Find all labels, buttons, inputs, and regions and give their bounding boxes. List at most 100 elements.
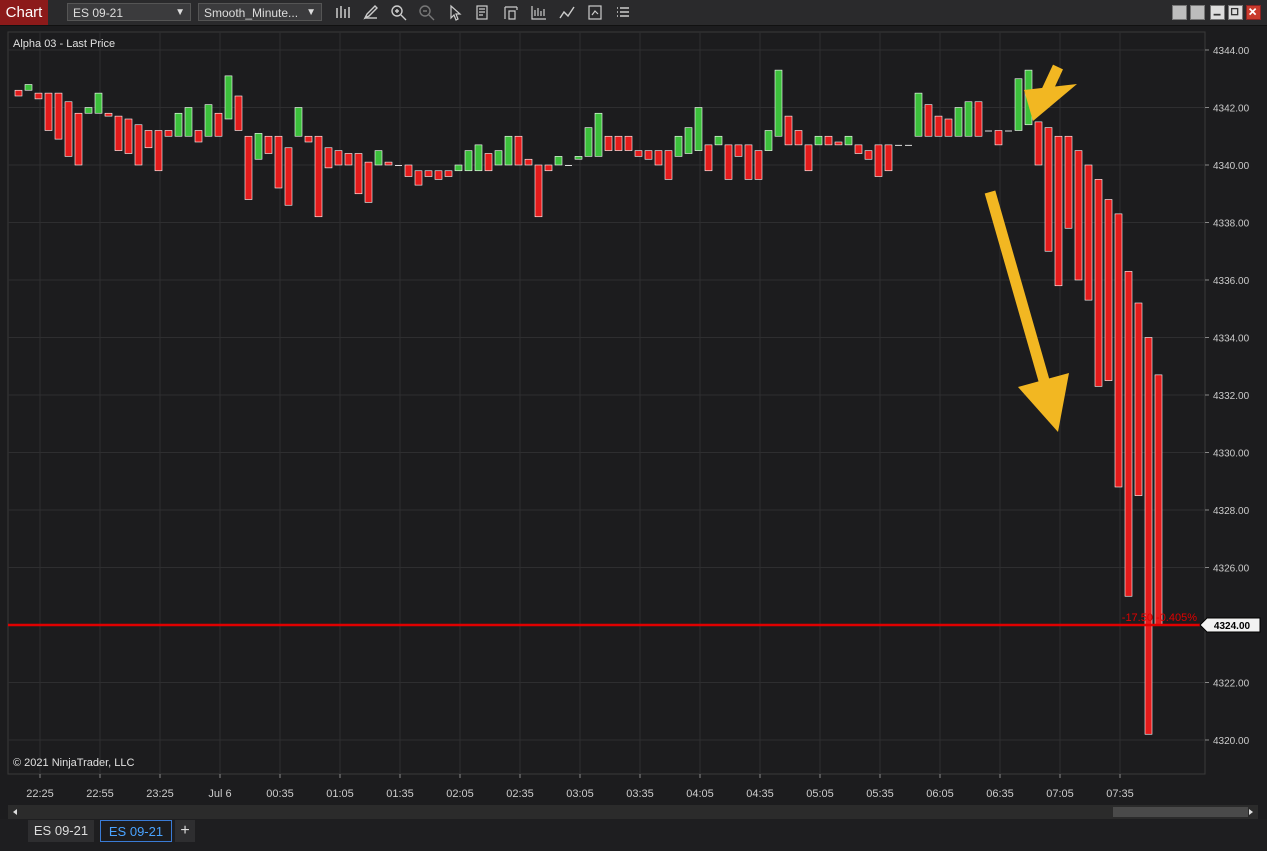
price-bar-down <box>1114 213 1123 488</box>
price-bar-down <box>114 115 123 151</box>
price-bar-down <box>1034 121 1043 166</box>
x-tick-label: 00:35 <box>266 788 294 800</box>
x-tick-label: 22:55 <box>86 788 114 800</box>
x-tick-label: 06:35 <box>986 788 1014 800</box>
strategies-icon[interactable] <box>558 4 576 21</box>
price-bar-up <box>204 104 213 137</box>
price-bar-up <box>1014 78 1023 131</box>
price-bar-down <box>884 144 893 172</box>
price-bar <box>395 165 402 166</box>
x-tick-label: 05:35 <box>866 788 894 800</box>
properties-icon[interactable] <box>502 4 520 21</box>
x-tick-label: 01:05 <box>326 788 354 800</box>
price-bar-down <box>1054 135 1063 287</box>
price-bar-up <box>84 107 93 114</box>
price-bar-up <box>254 133 263 160</box>
pointer-icon[interactable] <box>446 4 464 21</box>
x-tick-label: 02:05 <box>446 788 474 800</box>
maximize-button[interactable] <box>1228 5 1243 20</box>
data-box-icon[interactable] <box>474 4 492 21</box>
price-bar-down <box>484 153 493 172</box>
price-bar-down <box>1134 302 1143 496</box>
price-bar-up <box>954 107 963 137</box>
x-tick-label: 04:35 <box>746 788 774 800</box>
tab-es-09-21[interactable]: ES 09-21 <box>28 820 94 842</box>
bar-type-selector[interactable]: Smooth_Minute... ▼ <box>198 3 322 21</box>
y-tick-label: 4320.00 <box>1213 736 1250 747</box>
price-bar-down <box>1044 127 1053 252</box>
price-bar-down <box>744 144 753 180</box>
price-bar-up <box>694 107 703 151</box>
price-bar-down <box>104 112 113 117</box>
price-chart[interactable]: 22:25 22:55 23:25 Jul 6 00:35 01:05 01:35 02:05… <box>0 26 1267 805</box>
price-bar-down <box>754 150 763 180</box>
y-tick-label: 4334.00 <box>1213 334 1250 345</box>
tab-es-09-21-active[interactable]: ES 09-21 <box>100 820 172 842</box>
price-bar-down <box>624 135 633 151</box>
price-bar-up <box>224 75 233 120</box>
price-bar-down <box>934 115 943 137</box>
copyright-text: © 2021 NinjaTrader, LLC <box>13 757 134 769</box>
price-bar-down <box>604 135 613 151</box>
price-bar-down <box>344 153 353 166</box>
time-axis: 22:25 22:55 23:25 Jul 6 00:35 01:05 01:35 02:05… <box>26 774 1134 800</box>
zoom-in-icon[interactable] <box>390 4 408 21</box>
x-tick-label: 02:35 <box>506 788 534 800</box>
bar-type-label: Smooth_Minute... <box>204 6 299 20</box>
price-bar-up <box>94 92 103 114</box>
instrument-selector[interactable]: ES 09-21 ▼ <box>67 3 191 21</box>
y-tick-label: 4332.00 <box>1213 391 1250 402</box>
indicators-icon[interactable] <box>530 4 548 21</box>
price-bar-down <box>1144 337 1153 735</box>
price-bar-up <box>814 135 823 146</box>
y-tick-label: 4322.00 <box>1213 679 1250 690</box>
scroll-right-icon <box>1249 809 1253 815</box>
window-link-icon[interactable] <box>1190 5 1205 20</box>
close-button[interactable] <box>1246 5 1261 20</box>
price-bar-down <box>1074 150 1083 281</box>
price-bar-up <box>504 135 513 166</box>
toolbar: Chart ES 09-21 ▼ Smooth_Minute... ▼ <box>0 0 1267 26</box>
price-bar-down <box>334 150 343 166</box>
minimize-button[interactable] <box>1210 5 1225 20</box>
price-bar-down <box>1094 179 1103 387</box>
price-bar-down <box>974 101 983 137</box>
price-bar-up <box>494 150 503 166</box>
price-bar-down <box>234 95 243 131</box>
add-tab-button[interactable]: + <box>175 820 195 842</box>
price-bar-down <box>134 124 143 166</box>
price-bar <box>565 165 572 166</box>
price-bar-down <box>1124 271 1133 597</box>
window-tile-icon[interactable] <box>1172 5 1187 20</box>
price-bar-down <box>614 135 623 151</box>
app-title[interactable]: Chart <box>0 0 48 25</box>
x-tick-label: 23:25 <box>146 788 174 800</box>
y-tick-label: 4328.00 <box>1213 506 1250 517</box>
pencil-icon[interactable] <box>362 4 380 21</box>
price-bar-down <box>1104 199 1113 381</box>
price-bar-down <box>994 130 1003 146</box>
templates-icon[interactable] <box>586 4 604 21</box>
price-marker-text: 4324.00 <box>1214 621 1251 632</box>
price-bar-down <box>804 144 813 172</box>
chevron-down-icon: ▼ <box>306 7 316 18</box>
zoom-out-icon[interactable] <box>418 4 436 21</box>
scroll-left-icon <box>13 809 17 815</box>
price-bar-down <box>1064 135 1073 229</box>
list-icon[interactable] <box>614 4 632 21</box>
price-bar-down <box>244 135 253 200</box>
x-tick-label: 01:35 <box>386 788 414 800</box>
x-tick-label: Jul 6 <box>208 788 231 800</box>
price-bar-down <box>1084 164 1093 301</box>
horizontal-scrollbar[interactable] <box>8 805 1258 819</box>
y-tick-label: 4342.00 <box>1213 104 1250 115</box>
price-bar-up <box>714 135 723 146</box>
price-bar-down <box>34 92 43 100</box>
bar-chart-icon[interactable] <box>334 4 352 21</box>
price-bar <box>905 144 912 146</box>
y-tick-label: 4344.00 <box>1213 46 1250 57</box>
y-tick-label: 4336.00 <box>1213 276 1250 287</box>
price-bar-down <box>14 89 23 97</box>
y-tick-label: 4330.00 <box>1213 449 1250 460</box>
price-bar-down <box>534 164 543 218</box>
